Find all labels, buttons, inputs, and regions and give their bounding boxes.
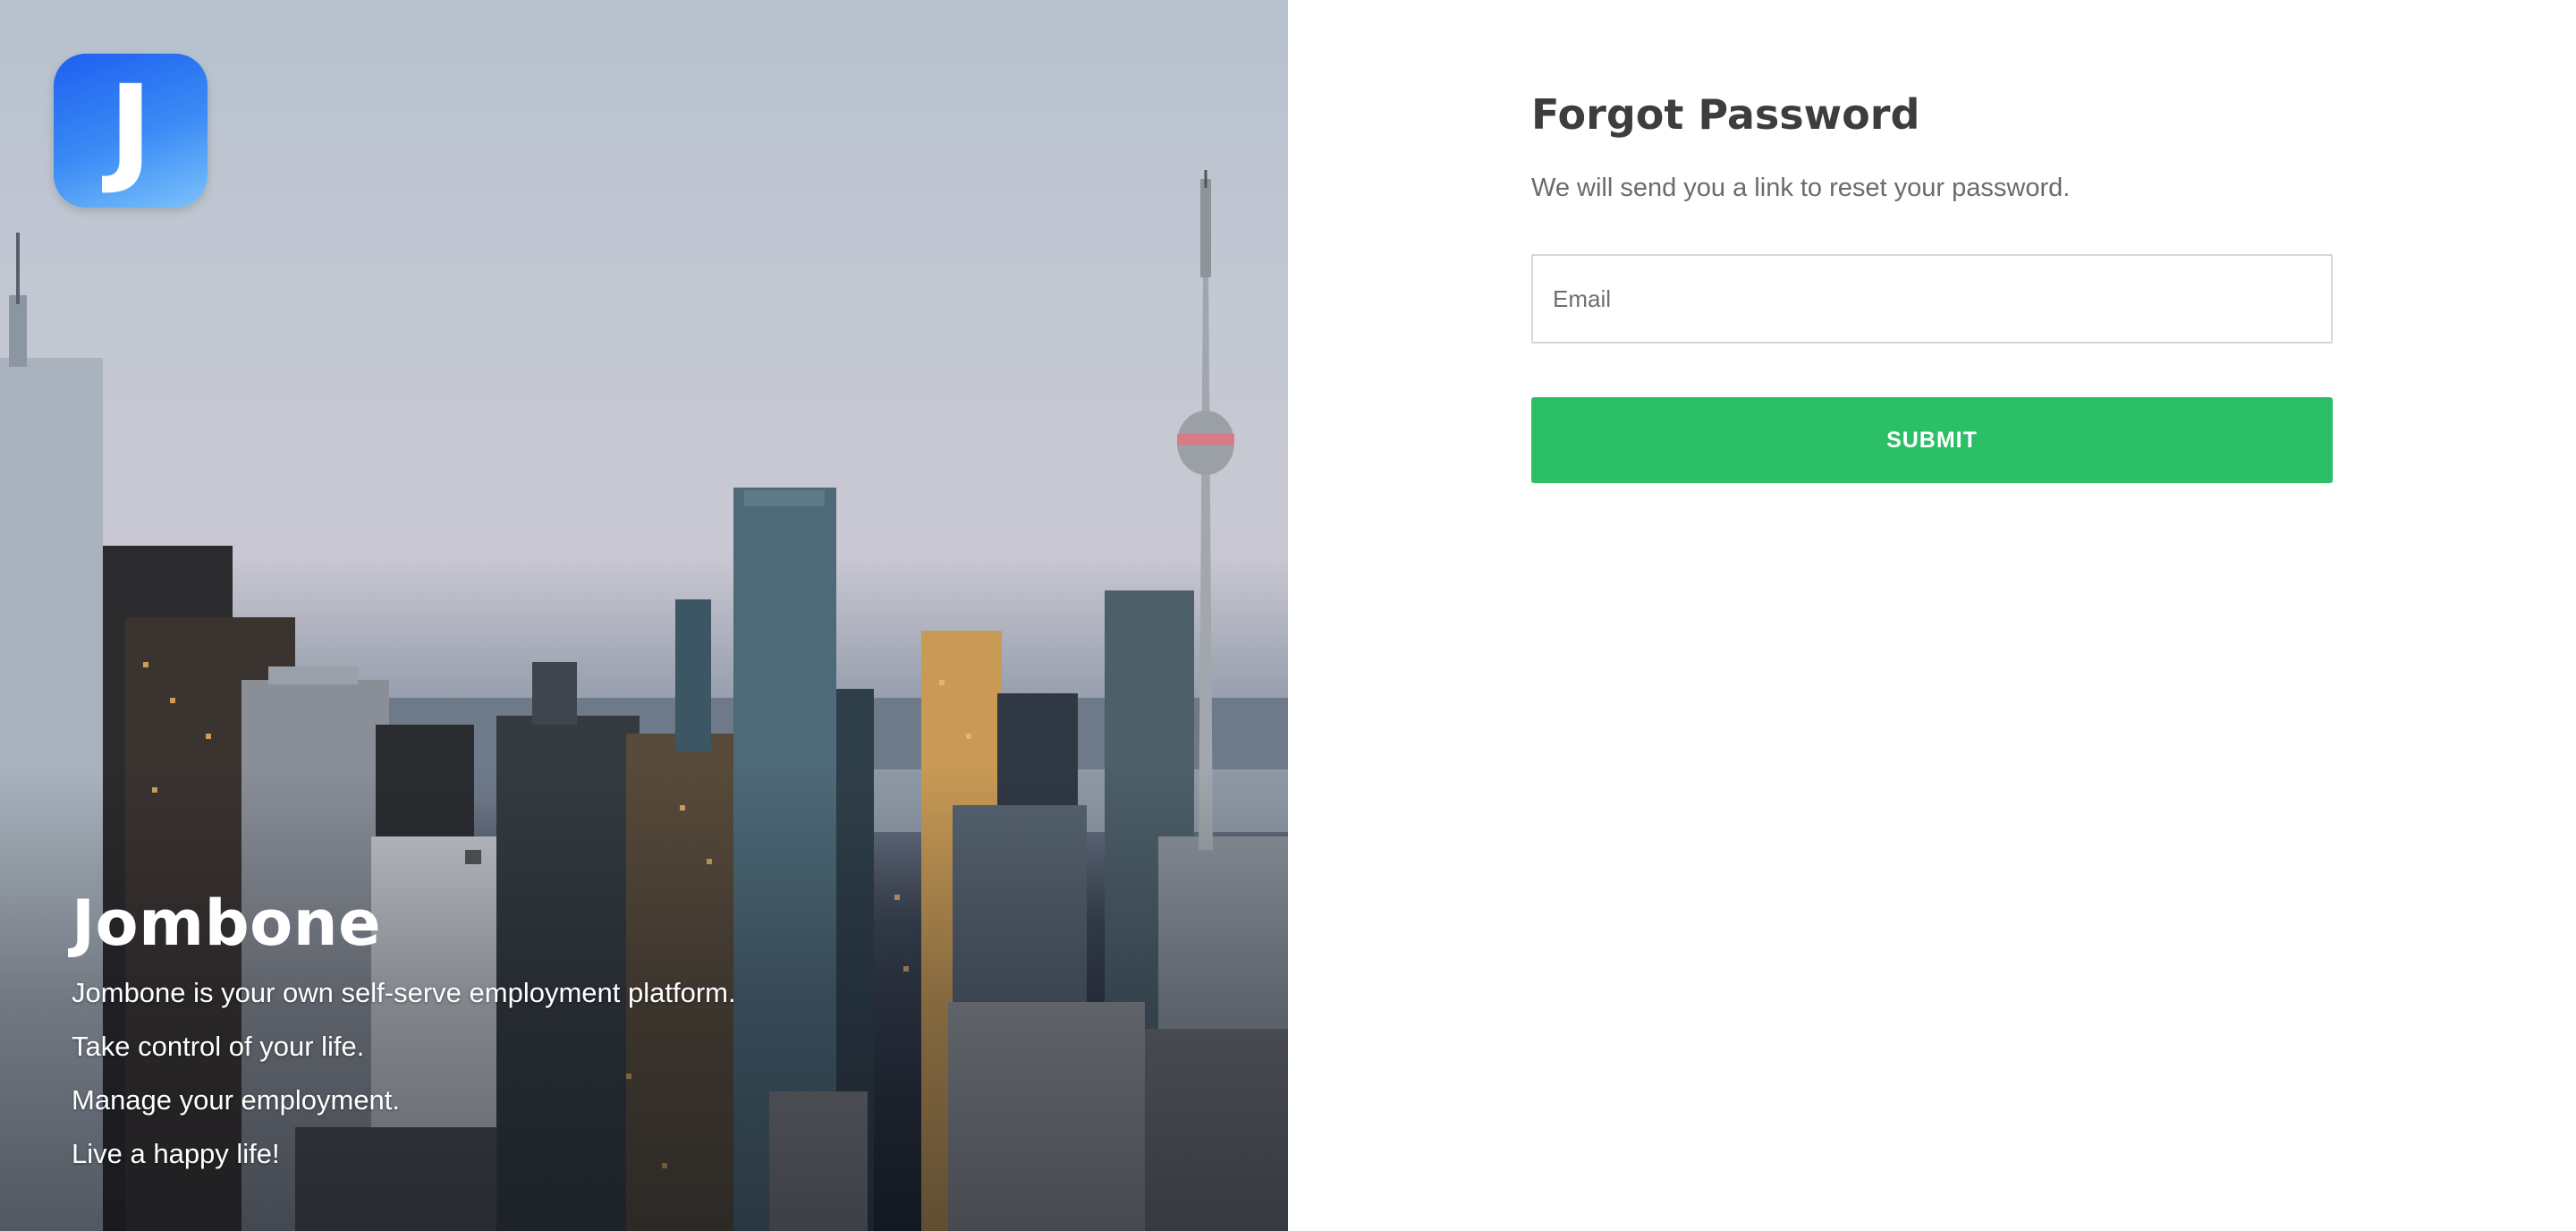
tagline-3: Manage your employment. [72,1084,401,1116]
email-field[interactable] [1531,254,2333,344]
page-title: Forgot Password [1531,90,1920,139]
tagline-4: Live a happy life! [72,1138,280,1169]
hero-panel: J Jombone Jombone is your own self-serve… [0,0,1288,1231]
tagline-1: Jombone is your own self-serve employmen… [72,977,736,1008]
tagline-2: Take control of your life. [72,1031,365,1062]
form-panel: Forgot Password We will send you a link … [1288,0,2576,1231]
forgot-password-page: J Jombone Jombone is your own self-serve… [0,0,2576,1231]
forgot-password-form: Forgot Password We will send you a link … [1531,86,2333,483]
hero-copy: Jombone Jombone is your own self-serve e… [72,886,736,1181]
page-subtitle: We will send you a link to reset your pa… [1531,174,2071,202]
brand-name: Jombone [72,887,382,960]
logo-letter: J [108,60,153,198]
submit-button[interactable]: SUBMIT [1531,397,2333,483]
jombone-logo: J [54,54,208,208]
